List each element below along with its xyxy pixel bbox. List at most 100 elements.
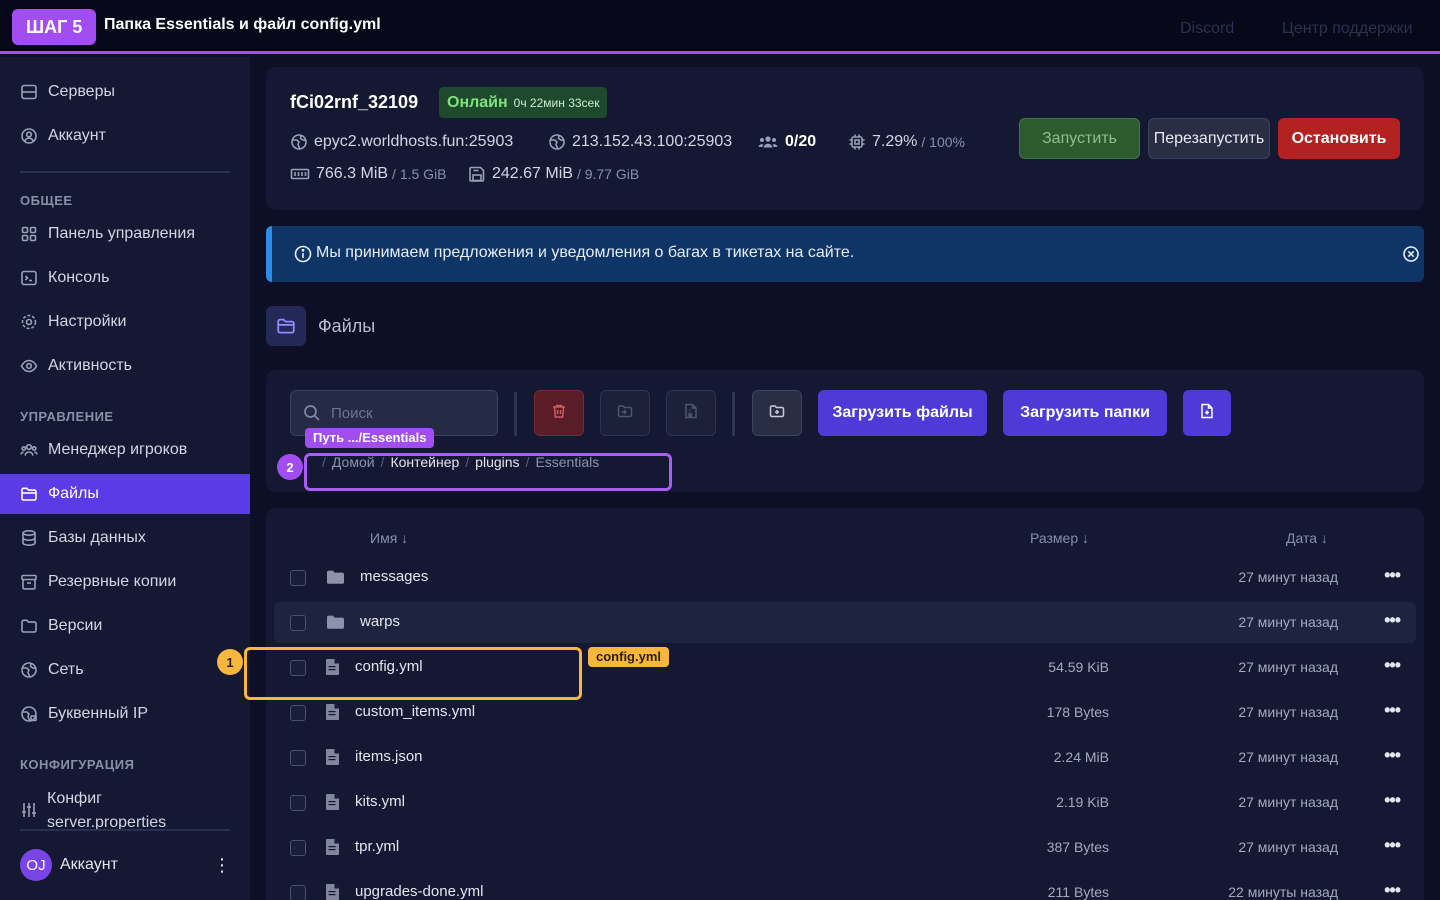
sidebar-item-label: Версии <box>48 617 103 634</box>
file-size: 387 Bytes <box>1046 839 1109 855</box>
file-name[interactable]: items.json <box>355 748 423 765</box>
folder-move-icon <box>617 403 633 423</box>
file-date: 27 минут назад <box>1238 659 1338 675</box>
file-date: 27 минут назад <box>1238 794 1338 810</box>
section-configuration: КОНФИГУРАЦИЯ <box>20 757 135 772</box>
server-ip[interactable]: 213.152.43.100:25903 <box>548 133 732 151</box>
table-row[interactable]: warps 27 минут назад ••• <box>274 602 1416 643</box>
upload-folders-button[interactable]: Загрузить папки <box>1003 390 1167 436</box>
sidebar-item-label: Конфиг <box>47 790 102 807</box>
upload-files-button[interactable]: Загрузить файлы <box>818 390 987 436</box>
sidebar-item-network[interactable]: Сеть <box>0 650 250 690</box>
step-banner: ШАГ 5 Папка Essentials и файл config.yml… <box>0 0 1440 54</box>
more-options-icon[interactable]: ••• <box>1384 610 1401 631</box>
archive-icon <box>20 573 38 591</box>
file-icon <box>325 793 343 811</box>
more-options-icon[interactable]: ••• <box>1384 655 1401 676</box>
sliders-icon <box>20 801 38 819</box>
restart-button[interactable]: Перезапустить <box>1148 118 1270 159</box>
sidebar-item-server-properties[interactable]: Конфиг server.properties <box>20 787 166 835</box>
row-checkbox[interactable] <box>290 840 306 856</box>
cpu-usage: 7.29% / 100% <box>848 133 965 151</box>
sidebar-item-backups[interactable]: Резервные копии <box>0 562 250 602</box>
account-footer[interactable]: OJ Аккаунт ⋮ <box>20 849 231 881</box>
new-file-button[interactable] <box>1183 390 1231 436</box>
archive-button[interactable] <box>666 390 716 436</box>
file-name[interactable]: kits.yml <box>355 793 405 810</box>
row-checkbox[interactable] <box>290 795 306 811</box>
table-row[interactable]: kits.yml 2.19 KiB 27 минут назад ••• <box>274 782 1416 823</box>
globe-icon <box>548 133 566 151</box>
sidebar: Серверы Аккаунт ОБЩЕЕ Панель управления … <box>0 57 250 900</box>
sidebar-item-label: Настройки <box>48 313 127 330</box>
sidebar-divider <box>20 171 230 173</box>
column-header-date[interactable]: Дата ↓ <box>1286 530 1328 546</box>
file-name[interactable]: warps <box>360 613 400 630</box>
globe-icon <box>20 661 38 679</box>
more-options-icon[interactable]: ••• <box>1384 835 1401 856</box>
table-row[interactable]: upgrades-done.yml 211 Bytes 22 минуты на… <box>274 872 1416 900</box>
server-address[interactable]: epyc2.worldhosts.fun:25903 <box>290 133 513 151</box>
uptime-text: 0ч 22мин 33сек <box>513 95 600 110</box>
table-row[interactable]: items.json 2.24 MiB 27 минут назад ••• <box>274 737 1416 778</box>
folder-plus-icon <box>769 403 785 423</box>
file-size: 54.59 KiB <box>1048 659 1109 675</box>
delete-button[interactable] <box>534 390 584 436</box>
start-button[interactable]: Запустить <box>1019 118 1140 159</box>
support-link[interactable]: Центр поддержки <box>1282 20 1413 38</box>
sidebar-item-player-manager[interactable]: Менеджер игроков <box>0 430 250 470</box>
sidebar-item-activity[interactable]: Активность <box>0 346 250 386</box>
step-badge: ШАГ 5 <box>12 9 97 45</box>
row-checkbox[interactable] <box>290 570 306 586</box>
sidebar-item-account[interactable]: Аккаунт <box>0 116 250 156</box>
more-options-icon[interactable]: ••• <box>1384 745 1401 766</box>
memory-text: 766.3 MiB <box>316 165 389 182</box>
file-size: 2.19 KiB <box>1056 794 1109 810</box>
trash-icon <box>551 403 567 423</box>
file-name[interactable]: messages <box>360 568 428 585</box>
players-count: 0/20 <box>757 133 816 151</box>
sidebar-item-databases[interactable]: Базы данных <box>0 518 250 558</box>
info-alert: Мы принимаем предложения и уведомления о… <box>266 226 1424 282</box>
sidebar-item-versions[interactable]: Версии <box>0 606 250 646</box>
column-header-name[interactable]: Имя ↓ <box>370 530 408 546</box>
file-name[interactable]: custom_items.yml <box>355 703 475 720</box>
search-input[interactable] <box>331 404 481 422</box>
more-options-icon[interactable]: ••• <box>1384 790 1401 811</box>
config-highlight-box <box>244 647 582 700</box>
sidebar-item-console[interactable]: Консоль <box>0 258 250 298</box>
row-checkbox[interactable] <box>290 705 306 721</box>
row-checkbox[interactable] <box>290 750 306 766</box>
table-row[interactable]: tpr.yml 387 Bytes 27 минут назад ••• <box>274 827 1416 868</box>
row-checkbox[interactable] <box>290 885 306 900</box>
file-size: 178 Bytes <box>1046 704 1109 720</box>
more-options-icon[interactable]: ••• <box>1384 565 1401 586</box>
new-folder-button[interactable] <box>752 390 802 436</box>
kebab-menu-icon[interactable]: ⋮ <box>213 855 231 876</box>
sidebar-item-settings[interactable]: Настройки <box>0 302 250 342</box>
file-name[interactable]: upgrades-done.yml <box>355 883 483 900</box>
players-text: 0/20 <box>785 133 817 150</box>
sidebar-item-servers[interactable]: Серверы <box>0 72 250 112</box>
column-header-size[interactable]: Размер ↓ <box>1030 530 1089 546</box>
row-checkbox[interactable] <box>290 615 306 631</box>
sidebar-item-letter-ip[interactable]: Буквенный IP <box>0 694 250 734</box>
path-highlight-box <box>304 453 672 491</box>
sidebar-item-files[interactable]: Файлы <box>0 474 250 514</box>
sidebar-item-label: Панель управления <box>48 225 195 242</box>
more-options-icon[interactable]: ••• <box>1384 700 1401 721</box>
sidebar-item-dashboard[interactable]: Панель управления <box>0 214 250 254</box>
move-button[interactable] <box>600 390 650 436</box>
more-options-icon[interactable]: ••• <box>1384 880 1401 900</box>
close-icon[interactable] <box>1402 245 1420 263</box>
table-row[interactable]: messages 27 минут назад ••• <box>274 557 1416 598</box>
server-icon <box>20 83 38 101</box>
file-name[interactable]: tpr.yml <box>355 838 399 855</box>
discord-link[interactable]: Discord <box>1180 20 1234 38</box>
files-table: Имя ↓ Размер ↓ Дата ↓ messages 27 минут … <box>266 508 1424 900</box>
folder-open-icon <box>20 617 38 635</box>
users-icon <box>757 133 779 151</box>
sidebar-item-label: Аккаунт <box>48 127 106 144</box>
stop-button[interactable]: Остановить <box>1278 118 1400 159</box>
config-annotation-label: config.yml <box>588 647 670 667</box>
